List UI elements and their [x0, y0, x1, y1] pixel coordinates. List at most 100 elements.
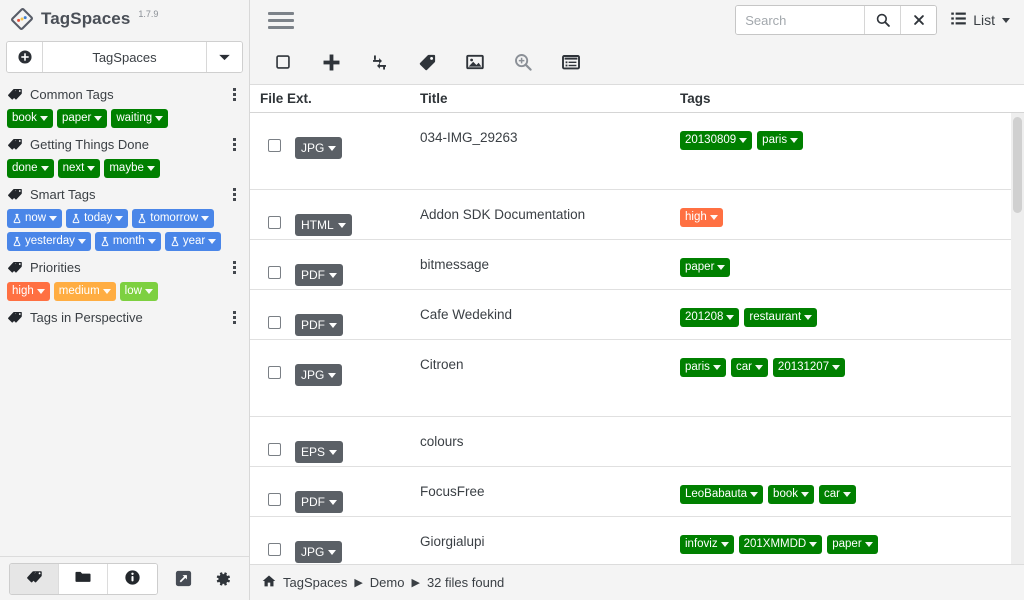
- table-row[interactable]: PDFbitmessagepaper: [250, 240, 1024, 290]
- add-location-icon[interactable]: [7, 42, 43, 72]
- file-browser-button[interactable]: [59, 564, 108, 594]
- search-input[interactable]: [736, 6, 864, 34]
- tag-chip[interactable]: 20130809: [680, 131, 752, 150]
- hamburger-menu-icon[interactable]: [264, 5, 298, 35]
- tag-chip[interactable]: today: [66, 209, 128, 228]
- vertical-dots-icon[interactable]: [227, 86, 241, 103]
- tag-library-button[interactable]: [10, 564, 59, 594]
- chevron-down-icon: [328, 373, 336, 378]
- tag-chip[interactable]: paper: [57, 109, 107, 128]
- table-row[interactable]: JPGCitroenpariscar20131207: [250, 340, 1024, 417]
- file-ext-badge[interactable]: JPG: [295, 364, 342, 386]
- file-ext-badge[interactable]: JPG: [295, 541, 342, 563]
- tag-group-icon: [7, 188, 23, 201]
- reload-button[interactable]: [366, 49, 392, 75]
- table-row[interactable]: HTMLAddon SDK Documentationhigh: [250, 190, 1024, 240]
- file-ext-badge[interactable]: EPS: [295, 441, 343, 463]
- vertical-dots-icon[interactable]: [227, 309, 241, 326]
- tag-chip[interactable]: now: [7, 209, 62, 228]
- tag-chip[interactable]: infoviz: [680, 535, 734, 554]
- breadcrumb-item-1[interactable]: Demo: [370, 575, 405, 590]
- thumbnails-button[interactable]: [462, 49, 488, 75]
- info-button[interactable]: [108, 564, 157, 594]
- tag-chip[interactable]: high: [680, 208, 723, 227]
- tag-chip[interactable]: maybe: [104, 159, 160, 178]
- main-toolbar-area: List: [250, 0, 1024, 85]
- sidebar-bottom-toolbar: [0, 556, 249, 600]
- tag-group-header[interactable]: Smart Tags: [0, 182, 249, 206]
- toggle-details-button[interactable]: [558, 49, 584, 75]
- table-row[interactable]: PDFCafe Wedekind201208restaurant: [250, 290, 1024, 340]
- file-ext-badge[interactable]: HTML: [295, 214, 352, 236]
- table-row[interactable]: JPG034-IMG_2926320130809paris: [250, 113, 1024, 190]
- column-header-title[interactable]: Title: [420, 91, 680, 106]
- chevron-down-icon[interactable]: [206, 42, 242, 72]
- breadcrumb-item-0[interactable]: TagSpaces: [283, 575, 347, 590]
- row-checkbox[interactable]: [268, 543, 281, 556]
- tag-chip[interactable]: 20131207: [773, 358, 845, 377]
- table-row[interactable]: EPScolours: [250, 417, 1024, 467]
- file-ext-badge[interactable]: PDF: [295, 491, 343, 513]
- tag-chip[interactable]: low: [120, 282, 158, 301]
- select-all-button[interactable]: [270, 49, 296, 75]
- table-row[interactable]: JPGGiorgialupiinfoviz201XMMDDpaper: [250, 517, 1024, 564]
- tag-chip[interactable]: car: [819, 485, 856, 504]
- search-files-button[interactable]: [510, 49, 536, 75]
- tag-chip[interactable]: tomorrow: [132, 209, 214, 228]
- settings-button[interactable]: [208, 564, 238, 594]
- tag-group-header[interactable]: Getting Things Done: [0, 132, 249, 156]
- row-checkbox[interactable]: [268, 139, 281, 152]
- row-checkbox[interactable]: [268, 216, 281, 229]
- tag-chip[interactable]: paper: [827, 535, 877, 554]
- search-icon[interactable]: [864, 6, 900, 34]
- toolbar-top-row: List: [250, 0, 1024, 40]
- column-header-tags[interactable]: Tags: [680, 91, 1024, 106]
- tag-chip[interactable]: next: [58, 159, 101, 178]
- row-checkbox[interactable]: [268, 366, 281, 379]
- tag-chip[interactable]: 201208: [680, 308, 739, 327]
- file-ext-badge[interactable]: JPG: [295, 137, 342, 159]
- tag-files-button[interactable]: [414, 49, 440, 75]
- vertical-dots-icon[interactable]: [227, 136, 241, 153]
- tag-chip[interactable]: car: [731, 358, 768, 377]
- scrollbar-thumb[interactable]: [1013, 117, 1022, 213]
- tag-group-header[interactable]: Common Tags: [0, 82, 249, 106]
- file-ext-badge[interactable]: PDF: [295, 314, 343, 336]
- vertical-dots-icon[interactable]: [227, 186, 241, 203]
- tag-chip[interactable]: book: [7, 109, 53, 128]
- view-selector[interactable]: List: [950, 10, 1010, 30]
- row-checkbox[interactable]: [268, 266, 281, 279]
- tag-group-tags: highmediumlow: [0, 279, 249, 305]
- tag-chip[interactable]: waiting: [111, 109, 168, 128]
- vertical-dots-icon[interactable]: [227, 259, 241, 276]
- row-checkbox[interactable]: [268, 493, 281, 506]
- tag-chip[interactable]: year: [165, 232, 221, 251]
- tag-chip[interactable]: paper: [680, 258, 730, 277]
- tag-group-header[interactable]: Tags in Perspective: [0, 305, 249, 329]
- tag-chip[interactable]: month: [95, 232, 161, 251]
- chevron-down-icon: [750, 492, 758, 497]
- tag-chip[interactable]: medium: [54, 282, 116, 301]
- chevron-down-icon: [155, 116, 163, 121]
- tag-chip[interactable]: LeoBabauta: [680, 485, 763, 504]
- tag-chip[interactable]: done: [7, 159, 54, 178]
- row-checkbox[interactable]: [268, 443, 281, 456]
- tag-chip[interactable]: 201XMMDD: [739, 535, 823, 554]
- tag-chip[interactable]: paris: [680, 358, 726, 377]
- tag-chip[interactable]: restaurant: [744, 308, 817, 327]
- create-file-button[interactable]: [318, 49, 344, 75]
- chevron-down-icon: [865, 542, 873, 547]
- table-row[interactable]: PDFFocusFreeLeoBabautabookcar: [250, 467, 1024, 517]
- tag-chip[interactable]: book: [768, 485, 814, 504]
- close-icon[interactable]: [900, 6, 936, 34]
- file-ext-badge[interactable]: PDF: [295, 264, 343, 286]
- column-header-file-ext[interactable]: File Ext.: [250, 91, 420, 106]
- tag-chip[interactable]: yesterday: [7, 232, 91, 251]
- tag-group-header[interactable]: Priorities: [0, 255, 249, 279]
- chevron-down-icon: [94, 116, 102, 121]
- row-checkbox[interactable]: [268, 316, 281, 329]
- open-external-button[interactable]: [168, 564, 198, 594]
- current-location-label[interactable]: TagSpaces: [43, 42, 206, 72]
- tag-chip[interactable]: paris: [757, 131, 803, 150]
- tag-chip[interactable]: high: [7, 282, 50, 301]
